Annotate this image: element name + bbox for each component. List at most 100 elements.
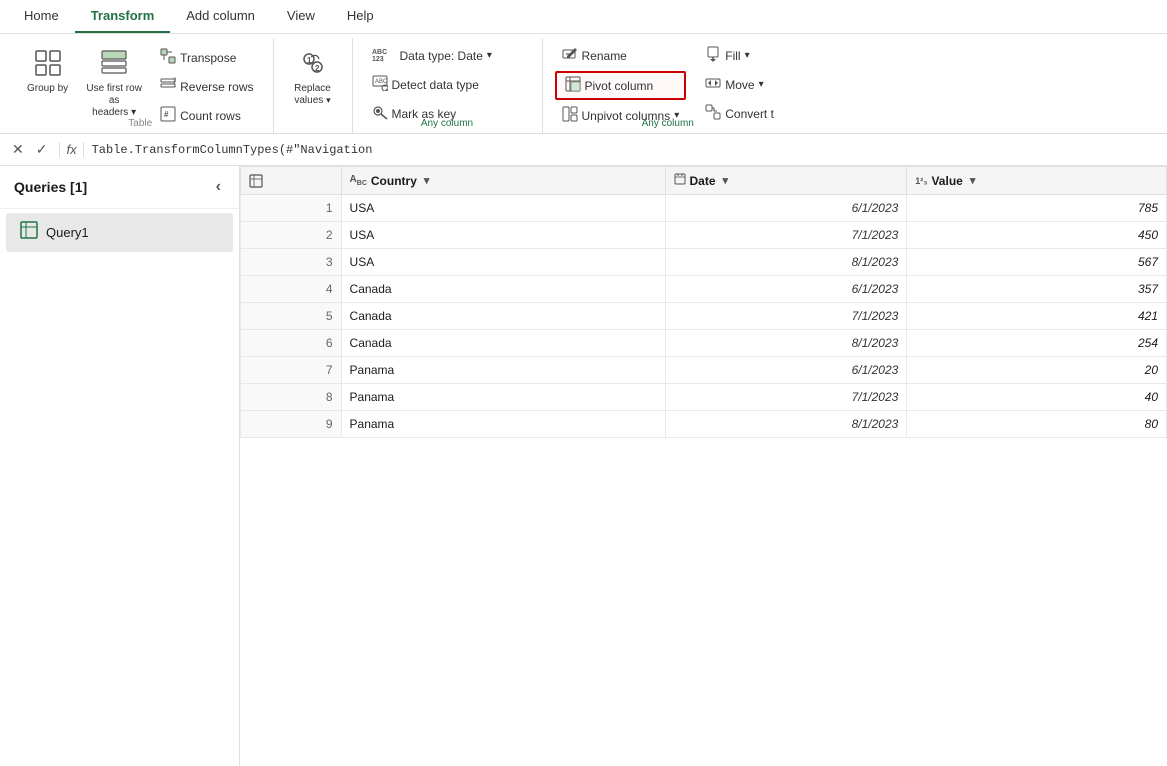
cell-country: Panama — [341, 384, 665, 411]
detect-data-type-icon: ABC — [372, 75, 388, 94]
data-type-button[interactable]: ABC 123 Data type: Date ▾ — [365, 42, 499, 69]
rename-button[interactable]: Rename — [555, 42, 687, 69]
cell-value: 421 — [907, 303, 1167, 330]
formula-cancel-button[interactable]: ✕ — [8, 139, 28, 160]
queries-sidebar: Queries [1] ‹ Query1 — [0, 166, 240, 766]
cell-date: 7/1/2023 — [665, 384, 907, 411]
detect-data-type-label: Detect data type — [392, 78, 479, 92]
column-header-country: ABC Country ▾ — [341, 167, 665, 195]
pivot-column-button[interactable]: Pivot column — [555, 71, 687, 100]
table-row: 9 Panama 8/1/2023 80 — [241, 411, 1167, 438]
cell-date: 6/1/2023 — [665, 357, 907, 384]
data-type-icon: ABC 123 — [372, 46, 396, 65]
table-row: 6 Canada 8/1/2023 254 — [241, 330, 1167, 357]
move-button[interactable]: Move ▾ — [698, 71, 781, 98]
table-row: 3 USA 8/1/2023 567 — [241, 249, 1167, 276]
rename-icon — [562, 46, 578, 65]
value-type-icon: 1²₃ — [915, 176, 927, 186]
column-header-value: 1²₃ Value ▾ — [907, 167, 1167, 195]
row-number: 4 — [241, 276, 342, 303]
move-dropdown[interactable]: ▾ — [759, 79, 764, 90]
query-name: Query1 — [46, 225, 89, 240]
tab-view[interactable]: View — [271, 0, 331, 33]
value-filter-button[interactable]: ▾ — [967, 173, 979, 188]
row-number: 9 — [241, 411, 342, 438]
any-column-label-right: Any column — [543, 118, 793, 129]
transpose-label: Transpose — [180, 51, 236, 65]
country-type-icon: ABC — [350, 174, 367, 187]
pivot-column-label: Pivot column — [585, 79, 654, 93]
formula-text: Table.TransformColumnTypes(#"Navigation — [92, 143, 1159, 157]
use-first-row-button[interactable]: Use first row asheaders ▾ — [79, 42, 149, 124]
cell-country: Canada — [341, 330, 665, 357]
cell-date: 7/1/2023 — [665, 222, 907, 249]
cell-value: 357 — [907, 276, 1167, 303]
replace-values-icon: 1 2 — [299, 49, 327, 81]
tab-home[interactable]: Home — [8, 0, 75, 33]
cell-date: 8/1/2023 — [665, 249, 907, 276]
cell-country: Canada — [341, 276, 665, 303]
cell-date: 8/1/2023 — [665, 330, 907, 357]
reverse-rows-icon: 2 1 — [160, 77, 176, 96]
detect-data-type-button[interactable]: ABC Detect data type — [365, 71, 499, 98]
group-by-label: Group by — [27, 83, 68, 95]
formula-bar: ✕ ✓ fx Table.TransformColumnTypes(#"Navi… — [0, 134, 1167, 166]
row-number: 5 — [241, 303, 342, 330]
svg-text:ABC: ABC — [372, 49, 387, 56]
table-row: 1 USA 6/1/2023 785 — [241, 195, 1167, 222]
cell-country: USA — [341, 249, 665, 276]
cell-country: Canada — [341, 303, 665, 330]
date-type-icon — [674, 173, 686, 188]
cell-country: Panama — [341, 357, 665, 384]
reverse-rows-button[interactable]: 2 1 Reverse rows — [153, 73, 260, 100]
date-col-label: Date — [690, 174, 716, 188]
data-area[interactable]: ABC Country ▾ — [240, 166, 1167, 766]
table-group-label: Table — [8, 118, 273, 129]
row-number: 8 — [241, 384, 342, 411]
query-item[interactable]: Query1 — [6, 213, 233, 252]
move-label: Move — [725, 78, 754, 92]
fill-icon — [705, 46, 721, 65]
date-filter-button[interactable]: ▾ — [720, 173, 732, 188]
pivot-column-icon — [565, 76, 581, 95]
replace-values-button[interactable]: 1 2 Replacevalues ▾ — [286, 42, 340, 112]
row-number: 3 — [241, 249, 342, 276]
table-row: 2 USA 7/1/2023 450 — [241, 222, 1167, 249]
ribbon-group-any-column-right: Rename Pivot column — [543, 38, 793, 133]
fill-button[interactable]: Fill ▾ — [698, 42, 781, 69]
tab-help[interactable]: Help — [331, 0, 390, 33]
cell-value: 254 — [907, 330, 1167, 357]
formula-confirm-button[interactable]: ✓ — [32, 139, 52, 160]
move-icon — [705, 75, 721, 94]
cell-value: 20 — [907, 357, 1167, 384]
cell-country: Panama — [341, 411, 665, 438]
country-col-label: Country — [371, 174, 417, 188]
use-first-row-label: Use first row asheaders ▾ — [86, 83, 142, 119]
row-number: 1 — [241, 195, 342, 222]
reverse-rows-label: Reverse rows — [180, 80, 253, 94]
row-number: 2 — [241, 222, 342, 249]
data-type-dropdown[interactable]: ▾ — [487, 50, 492, 61]
tab-transform[interactable]: Transform — [75, 0, 171, 33]
rename-label: Rename — [582, 49, 627, 63]
svg-text:2: 2 — [315, 64, 320, 73]
transpose-button[interactable]: Transpose — [153, 44, 260, 71]
tab-add-column[interactable]: Add column — [170, 0, 271, 33]
fill-dropdown[interactable]: ▾ — [745, 50, 750, 61]
cell-date: 7/1/2023 — [665, 303, 907, 330]
cell-value: 567 — [907, 249, 1167, 276]
cell-country: USA — [341, 195, 665, 222]
sidebar-header: Queries [1] ‹ — [0, 166, 239, 209]
country-filter-button[interactable]: ▾ — [421, 173, 433, 188]
value-col-label: Value — [931, 174, 962, 188]
svg-text:123: 123 — [372, 56, 384, 62]
ribbon-group-replace: 1 2 Replacevalues ▾ — [274, 38, 353, 133]
svg-text:1: 1 — [173, 83, 176, 89]
row-number: 6 — [241, 330, 342, 357]
group-by-button[interactable]: Group by — [20, 42, 75, 100]
group-by-icon — [34, 49, 62, 81]
row-number: 7 — [241, 357, 342, 384]
cell-date: 6/1/2023 — [665, 276, 907, 303]
ribbon-group-table: Group by Use first row asheaders ▾ — [8, 38, 274, 133]
sidebar-collapse-button[interactable]: ‹ — [212, 176, 225, 198]
